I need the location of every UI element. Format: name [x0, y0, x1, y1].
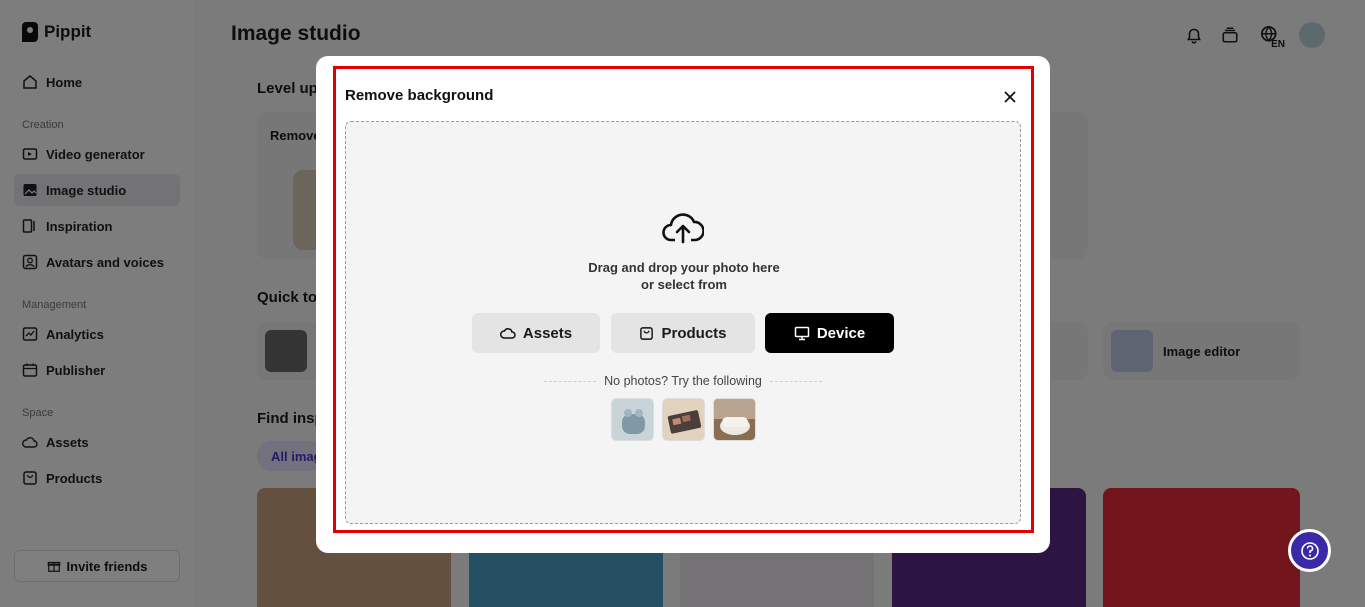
- assets-button-label: Assets: [522, 324, 573, 342]
- earbuds-image: [612, 399, 653, 440]
- divider-line: [769, 380, 823, 382]
- sample-image-chair[interactable]: [713, 398, 756, 441]
- dialog-title: Remove background: [345, 87, 494, 104]
- close-icon: [1004, 91, 1016, 103]
- sample-image-palette[interactable]: [662, 398, 705, 441]
- sample-images: [611, 398, 756, 441]
- device-button[interactable]: Device: [765, 313, 894, 353]
- cloud-icon: [499, 328, 516, 339]
- upload-dropzone[interactable]: Drag and drop your photo here or select …: [345, 121, 1021, 524]
- drop-instruction: Drag and drop your photo here: [588, 260, 780, 275]
- question-icon: [1300, 541, 1319, 560]
- monitor-icon: [794, 326, 810, 340]
- products-button-label: Products: [661, 324, 727, 342]
- divider-line: [544, 380, 597, 382]
- assets-button[interactable]: Assets: [472, 313, 600, 353]
- chair-image: [714, 399, 755, 440]
- device-button-label: Device: [816, 324, 866, 342]
- sample-divider: No photos? Try the following: [544, 374, 823, 388]
- sample-image-earbuds[interactable]: [611, 398, 654, 441]
- products-button[interactable]: Products: [611, 313, 755, 353]
- remove-background-dialog: Remove background Drag and drop your pho…: [316, 56, 1050, 553]
- drop-instruction-secondary: or select from: [641, 277, 727, 292]
- sample-hint: No photos? Try the following: [604, 374, 762, 388]
- close-button[interactable]: [1000, 87, 1020, 107]
- palette-image: [663, 399, 704, 440]
- help-button[interactable]: [1288, 529, 1331, 572]
- bag-icon: [640, 326, 654, 340]
- cloud-upload-icon: [662, 213, 704, 244]
